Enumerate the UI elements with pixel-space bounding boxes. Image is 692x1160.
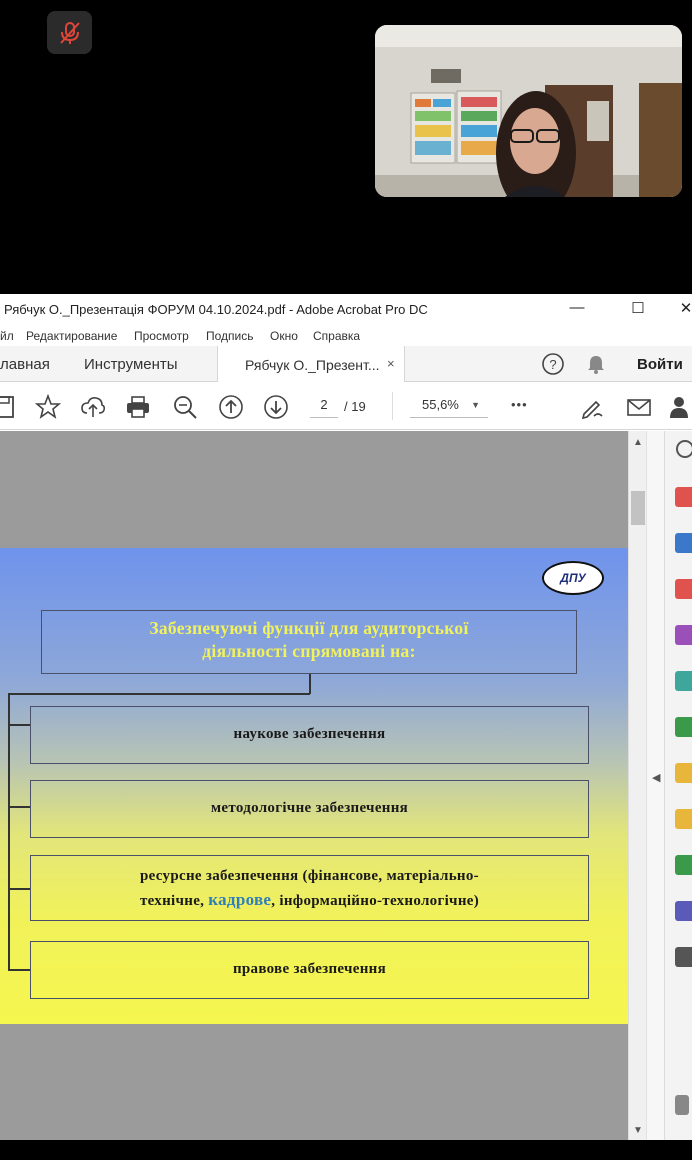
scrollbar-thumb[interactable] <box>631 491 645 525</box>
function-box-scientific: наукове забезпечення <box>30 706 589 764</box>
export-icon[interactable] <box>675 763 692 783</box>
tab-document-label: Рябчук О._Презент... <box>245 357 380 373</box>
cloud-upload-icon[interactable] <box>80 394 106 420</box>
connector-arrow <box>8 888 30 890</box>
tab-document[interactable]: Рябчук О._Презент... × <box>217 346 405 382</box>
panel-toggle[interactable]: ◀ <box>646 431 664 1140</box>
function-label: правове забезпечення <box>232 961 387 977</box>
bookmark-star-icon[interactable] <box>35 394 61 420</box>
slide-page: ДПУ Забезпечуючі функції для аудиторсько… <box>0 548 628 1024</box>
acrobat-window: Рябчук О._Презентація ФОРУМ 04.10.2024.p… <box>0 294 692 1140</box>
connector-arrow <box>8 969 30 971</box>
sign-in-link[interactable]: Войти <box>637 356 683 373</box>
help-glyph: ? <box>549 357 556 372</box>
microphone-muted-button[interactable] <box>47 11 92 54</box>
title-bar: Рябчук О._Презентація ФОРУМ 04.10.2024.p… <box>0 294 692 324</box>
edit-pdf-icon[interactable] <box>675 671 692 691</box>
menu-view[interactable]: Просмотр <box>134 329 189 343</box>
function-label: , інформаційно-технологічне) <box>271 893 480 909</box>
scroll-up-icon[interactable]: ▲ <box>633 437 643 448</box>
help-icon[interactable]: ? <box>541 352 565 376</box>
function-label: технічне, <box>139 893 209 909</box>
menu-edit[interactable]: Редактирование <box>26 329 117 343</box>
collapse-left-icon: ◀ <box>652 772 661 784</box>
menu-help[interactable]: Справка <box>313 329 360 343</box>
menu-bar: йл Редактирование Просмотр Подпись Окно … <box>0 324 692 346</box>
fill-sign-icon[interactable] <box>675 625 692 645</box>
toolbar: 2 / 19 55,6% ▼ ••• <box>0 382 692 430</box>
connector-line <box>8 693 310 695</box>
participant-video[interactable] <box>375 25 682 197</box>
function-label: ресурсне забезпечення (фінансове, матері… <box>140 868 479 884</box>
connector-line <box>309 674 311 694</box>
save-icon[interactable] <box>0 394 18 420</box>
page-total: / 19 <box>344 399 366 414</box>
connector-arrow <box>8 724 30 726</box>
compare-icon[interactable] <box>675 717 692 737</box>
minimize-button[interactable]: — <box>567 299 587 316</box>
notifications-bell-icon[interactable] <box>585 353 607 375</box>
organize-pages-icon[interactable] <box>675 579 692 599</box>
highlighted-word: кадрове <box>208 890 272 909</box>
connector-line <box>8 693 10 970</box>
menu-file[interactable]: йл <box>0 329 14 343</box>
function-box-methodological: методологічне забезпечення <box>30 780 589 838</box>
tab-home[interactable]: лавная <box>0 356 50 373</box>
connector-arrow <box>8 806 30 808</box>
measure-icon[interactable] <box>675 1095 689 1115</box>
screen: Рябчук О._Презентація ФОРУМ 04.10.2024.p… <box>0 0 692 1160</box>
slide-heading-line1: Забезпечуючі функції для аудиторської <box>149 618 469 638</box>
toolbar-divider <box>392 392 393 420</box>
page-number-input[interactable]: 2 <box>310 394 338 418</box>
window-title: Рябчук О._Презентація ФОРУМ 04.10.2024.p… <box>4 302 428 317</box>
slide-heading-line2: діяльності спрямовані на: <box>202 641 416 661</box>
vertical-scrollbar[interactable]: ▲ ▼ <box>628 431 646 1140</box>
protect-icon[interactable] <box>675 901 692 921</box>
tools-pane <box>664 431 692 1140</box>
zoom-select[interactable]: 55,6% ▼ <box>410 394 488 418</box>
sign-pen-icon[interactable] <box>580 394 606 420</box>
menu-window[interactable]: Окно <box>270 329 298 343</box>
tab-close-icon[interactable]: × <box>387 356 395 371</box>
function-box-resource: ресурсне забезпечення (фінансове, матері… <box>30 855 589 921</box>
document-view[interactable]: ДПУ Забезпечуючі функції для аудиторсько… <box>0 431 628 1140</box>
previous-page-icon[interactable] <box>218 394 244 420</box>
menu-sign[interactable]: Подпись <box>206 329 254 343</box>
export-pdf-icon[interactable] <box>675 487 692 507</box>
tab-bar: лавная Инструменты Рябчук О._Презент... … <box>0 346 692 382</box>
participant-video-frame <box>375 25 682 197</box>
chevron-down-icon: ▼ <box>471 400 480 410</box>
close-window-button[interactable]: ✕ <box>676 299 692 317</box>
mic-off-icon <box>59 21 80 44</box>
function-label-line2: технічне, кадрове, інформаційно-технолог… <box>31 888 588 913</box>
print-production-icon[interactable] <box>675 855 692 875</box>
zoom-out-search-icon[interactable] <box>172 394 198 420</box>
share-user-icon[interactable] <box>670 394 692 420</box>
slide-heading-box: Забезпечуючі функції для аудиторської ді… <box>41 610 577 674</box>
comment-icon[interactable] <box>675 809 692 829</box>
maximize-button[interactable]: ☐ <box>628 299 648 317</box>
zoom-value: 55,6% <box>422 397 459 412</box>
function-label: наукове забезпечення <box>233 726 386 742</box>
more-tools-button[interactable]: ••• <box>511 397 528 412</box>
print-icon[interactable] <box>125 394 151 420</box>
create-pdf-icon[interactable] <box>675 533 692 553</box>
function-box-legal: правове забезпечення <box>30 941 589 999</box>
dpu-logo: ДПУ <box>542 561 604 595</box>
scroll-down-icon[interactable]: ▼ <box>633 1125 643 1136</box>
next-page-icon[interactable] <box>263 394 289 420</box>
tab-tools[interactable]: Инструменты <box>84 356 178 373</box>
function-label: методологічне забезпечення <box>210 800 409 816</box>
more-tools-icon[interactable] <box>675 947 692 967</box>
email-icon[interactable] <box>626 394 652 420</box>
comment-tool-icon[interactable] <box>675 439 692 459</box>
